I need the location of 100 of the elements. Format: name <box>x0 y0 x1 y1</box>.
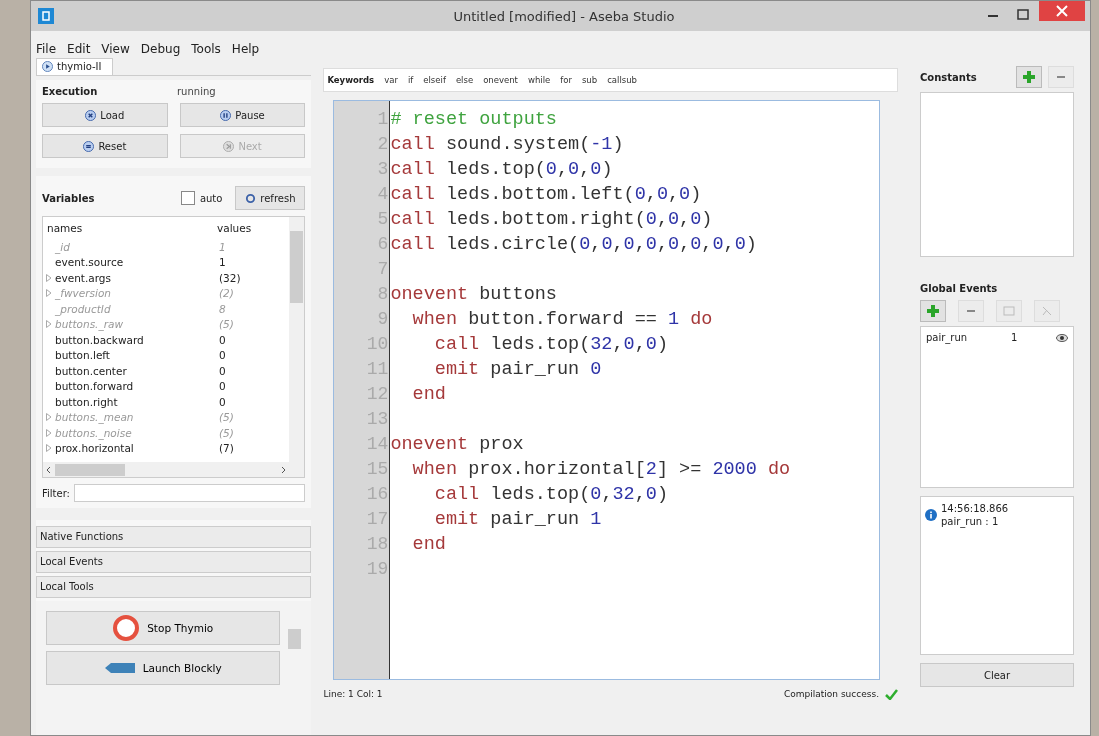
variable-value: (7) <box>219 442 234 455</box>
variable-value: (32) <box>219 271 241 284</box>
keyword-button[interactable]: for <box>560 75 572 85</box>
global-events-label: Global Events <box>920 283 998 294</box>
pause-icon <box>220 109 232 121</box>
remove-icon[interactable] <box>1048 66 1074 88</box>
robot-tab[interactable]: thymio-II <box>36 58 113 75</box>
code-line: emit pair_run 0 <box>433 359 602 380</box>
reset-icon <box>83 140 95 152</box>
keyword-button[interactable]: elseif <box>423 75 446 85</box>
menu-item[interactable]: Debug <box>140 42 181 56</box>
event-size: 1 <box>1011 332 1019 343</box>
keyword-button[interactable]: callsub <box>607 75 637 85</box>
execution-status: running <box>177 86 216 97</box>
variable-value: 0 <box>219 349 226 362</box>
checkmark-icon <box>885 688 898 700</box>
keyword-button[interactable]: if <box>407 75 414 85</box>
variable-name[interactable]: button.left <box>55 349 219 362</box>
vertical-scrollbar[interactable] <box>289 217 305 477</box>
execution-label: Execution <box>42 86 99 97</box>
execution-button[interactable]: Pause <box>179 103 306 127</box>
execution-button[interactable]: Reset <box>42 134 168 158</box>
column-header[interactable]: names <box>47 222 217 234</box>
keywords-label: Keywords <box>327 75 375 85</box>
add-icon[interactable] <box>920 300 946 322</box>
compilation-status: Compilation success. <box>784 689 879 699</box>
step-icon <box>223 140 235 152</box>
menu-item[interactable]: File <box>36 42 57 56</box>
variable-name[interactable]: event.args <box>55 271 219 284</box>
variable-value: 0 <box>219 395 226 408</box>
column-header[interactable]: values <box>217 222 252 234</box>
menu-item[interactable]: Edit <box>67 42 91 56</box>
expand-arrow-icon[interactable] <box>46 273 52 282</box>
constants-label: Constants <box>920 71 977 83</box>
toolbox-section[interactable]: Local Tools <box>36 576 312 598</box>
execution-button[interactable]: Load <box>42 103 168 127</box>
variable-value: 1 <box>219 240 226 253</box>
tool-button[interactable]: Launch Blockly <box>46 651 281 685</box>
code-line: onevent buttons <box>390 284 557 305</box>
code-editor[interactable] <box>333 100 880 680</box>
add-icon[interactable] <box>1016 66 1042 88</box>
expand-arrow-icon[interactable] <box>46 428 52 437</box>
event-name[interactable]: pair_run <box>926 332 1011 343</box>
keyword-button[interactable]: sub <box>581 75 598 85</box>
info-icon <box>925 509 937 521</box>
variable-name[interactable]: button.backward <box>55 333 219 346</box>
variable-value: 1 <box>219 256 226 269</box>
code-line: end <box>411 534 446 555</box>
keyword-button[interactable]: onevent <box>483 75 518 85</box>
tool-button[interactable]: Stop Thymio <box>46 611 281 645</box>
app-icon <box>38 8 54 24</box>
clear-button[interactable]: Clear <box>920 663 1074 687</box>
close-icon[interactable] <box>1039 1 1085 21</box>
variable-value: 0 <box>219 333 226 346</box>
keyword-button[interactable]: while <box>527 75 551 85</box>
expand-arrow-icon[interactable] <box>46 320 52 329</box>
variables-label: Variables <box>42 192 95 204</box>
cursor-position: Line: 1 Col: 1 <box>323 689 383 699</box>
variable-value: (5) <box>219 426 234 439</box>
cross-icon <box>85 109 97 121</box>
variable-name[interactable]: event.source <box>55 256 219 269</box>
variable-name[interactable]: button.forward <box>55 380 219 393</box>
variable-name[interactable]: prox.horizontal <box>55 442 219 455</box>
variable-value: (5) <box>219 411 234 424</box>
remove-icon[interactable] <box>958 300 984 322</box>
code-line: emit pair_run 1 <box>433 509 602 530</box>
variable-value: 8 <box>219 302 226 315</box>
auto-label: auto <box>199 192 223 204</box>
auto-checkbox[interactable] <box>180 191 195 205</box>
variable-value: (5) <box>219 318 234 331</box>
variable-value: 0 <box>219 364 226 377</box>
code-line: call leds.top(32,0,0) <box>433 334 669 355</box>
variable-name[interactable]: button.center <box>55 364 219 377</box>
variable-value: (2) <box>219 287 234 300</box>
stop-icon <box>113 615 140 641</box>
expand-arrow-icon[interactable] <box>46 444 52 453</box>
code-line: call leds.top(0,32,0) <box>433 484 669 505</box>
refresh-button[interactable]: refresh <box>235 186 306 210</box>
refresh-icon <box>245 192 257 204</box>
menu-item[interactable]: Tools <box>191 42 221 56</box>
puzzle-piece-icon <box>104 662 135 674</box>
menu-item[interactable]: View <box>101 42 130 56</box>
menu-item[interactable]: Help <box>231 42 260 56</box>
window-title: Untitled [modified] - Aseba Studio <box>452 8 676 24</box>
code-line: # reset outputs <box>390 109 557 130</box>
code-line: call sound.system(-1) <box>390 134 624 155</box>
horizontal-scrollbar[interactable] <box>43 462 290 477</box>
variable-name[interactable]: button.right <box>55 395 219 408</box>
expand-arrow-icon[interactable] <box>46 289 52 298</box>
filter-label: Filter: <box>42 487 70 499</box>
filter-field[interactable] <box>73 484 306 502</box>
code-line: onevent prox <box>390 434 524 455</box>
eye-icon[interactable] <box>1056 333 1068 342</box>
code-line: call leds.circle(0,0,0,0,0,0,0,0) <box>390 234 757 255</box>
toolbox-section[interactable]: Native Functions <box>36 526 312 548</box>
code-line: call leds.bottom.left(0,0,0) <box>390 184 702 205</box>
toolbox-section[interactable]: Local Events <box>36 551 312 573</box>
keyword-button[interactable]: else <box>455 75 474 85</box>
keyword-button[interactable]: var <box>384 75 398 85</box>
expand-arrow-icon[interactable] <box>46 413 52 422</box>
